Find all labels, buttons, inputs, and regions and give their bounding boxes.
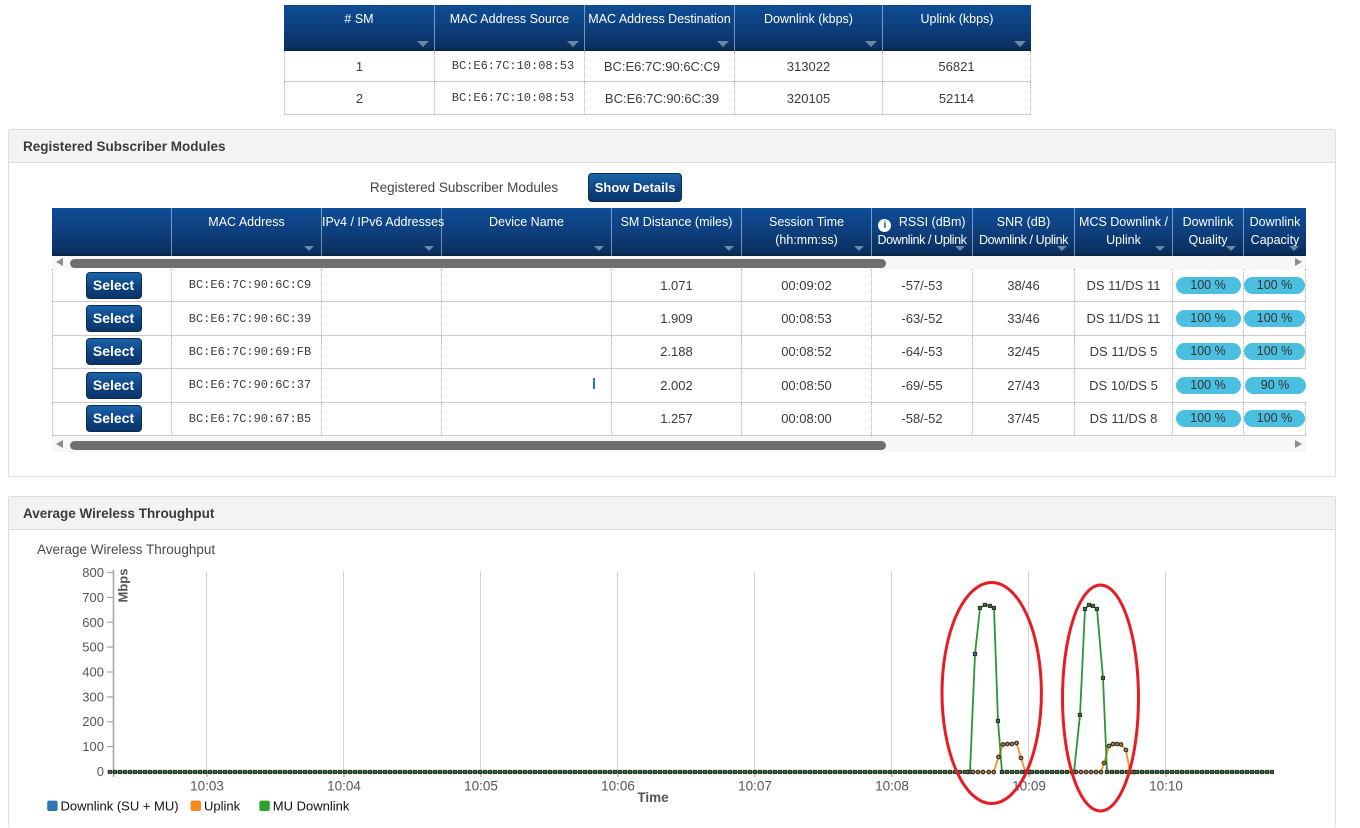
svg-text:10:04: 10:04 <box>327 779 361 794</box>
svg-text:300: 300 <box>82 689 104 704</box>
svg-text:Time: Time <box>637 790 669 805</box>
svg-text:10:06: 10:06 <box>601 779 635 794</box>
svg-text:Mbps: Mbps <box>116 569 131 603</box>
svg-text:10:08: 10:08 <box>875 779 909 794</box>
svg-text:10:07: 10:07 <box>738 779 772 794</box>
svg-text:0: 0 <box>97 764 104 779</box>
svg-text:600: 600 <box>82 615 104 630</box>
svg-text:10:10: 10:10 <box>1149 779 1183 794</box>
svg-text:MU Downlink: MU Downlink <box>273 799 350 814</box>
svg-text:100: 100 <box>82 739 104 754</box>
svg-text:800: 800 <box>82 565 104 580</box>
svg-text:10:05: 10:05 <box>464 779 498 794</box>
svg-text:500: 500 <box>82 640 104 655</box>
svg-text:10:03: 10:03 <box>190 779 224 794</box>
svg-text:200: 200 <box>82 714 104 729</box>
svg-text:700: 700 <box>82 590 104 605</box>
svg-text:Downlink (SU + MU): Downlink (SU + MU) <box>61 799 179 814</box>
svg-text:400: 400 <box>82 665 104 680</box>
svg-text:Uplink: Uplink <box>204 799 241 814</box>
